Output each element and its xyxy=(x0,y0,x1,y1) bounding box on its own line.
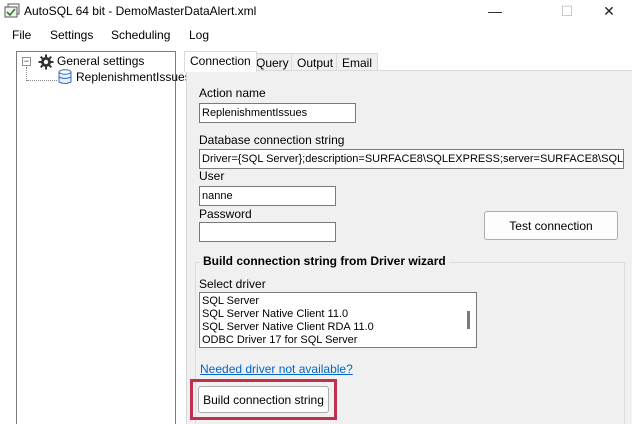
tree-connector xyxy=(26,67,27,81)
minimize-icon[interactable]: — xyxy=(472,0,518,22)
tab-output[interactable]: Output xyxy=(291,53,340,71)
menu-scheduling[interactable]: Scheduling xyxy=(111,28,170,42)
tab-connection[interactable]: Connection xyxy=(184,51,257,72)
listbox-scrollbar[interactable] xyxy=(467,311,470,329)
user-field[interactable]: nanne xyxy=(199,186,336,206)
driver-listbox[interactable]: SQL Server SQL Server Native Client 11.0… xyxy=(199,292,477,348)
menu-bar: File Settings Scheduling Log xyxy=(0,24,632,46)
tab-email[interactable]: Email xyxy=(336,53,379,71)
maximize-icon[interactable]: ☐ xyxy=(544,0,590,22)
collapse-icon[interactable]: − xyxy=(22,57,31,66)
list-item[interactable]: ODBC Driver 17 for SQL Server xyxy=(202,334,357,346)
driver-not-available-link[interactable]: Needed driver not available? xyxy=(200,362,353,376)
list-item[interactable]: SQL Server Native Client RDA 11.0 xyxy=(202,321,374,333)
window-title: AutoSQL 64 bit - DemoMasterDataAlert.xml xyxy=(24,4,257,18)
test-connection-button[interactable]: Test connection xyxy=(484,211,618,240)
close-icon[interactable]: ✕ xyxy=(586,0,632,22)
settings-tree: − General settings ReplenishmentIssues xyxy=(16,51,191,424)
user-label: User xyxy=(199,169,225,183)
title-bar: AutoSQL 64 bit - DemoMasterDataAlert.xml… xyxy=(0,0,632,24)
menu-settings[interactable]: Settings xyxy=(50,28,93,42)
action-name-field[interactable]: ReplenishmentIssues xyxy=(199,103,356,123)
menu-file[interactable]: File xyxy=(12,28,31,42)
build-connection-string-button[interactable]: Build connection string xyxy=(198,386,329,413)
menu-log[interactable]: Log xyxy=(189,28,209,42)
tree-item-replenishment[interactable]: ReplenishmentIssues xyxy=(76,70,191,84)
database-icon xyxy=(58,69,72,84)
password-field[interactable] xyxy=(199,222,336,242)
driver-wizard-title: Build connection string from Driver wiza… xyxy=(200,254,449,268)
app-icon xyxy=(4,3,20,18)
action-name-label: Action name xyxy=(199,86,266,100)
tree-connector xyxy=(27,80,57,81)
list-item[interactable]: SQL Server Native Client 11.0 xyxy=(202,308,348,320)
db-connection-label: Database connection string xyxy=(199,133,345,147)
list-item[interactable]: SQL Server xyxy=(202,295,259,307)
db-connection-field[interactable]: Driver={SQL Server};description=SURFACE8… xyxy=(199,149,624,169)
select-driver-label: Select driver xyxy=(199,277,266,291)
tree-root-label[interactable]: General settings xyxy=(57,54,144,68)
password-label: Password xyxy=(199,207,252,221)
gear-icon xyxy=(38,54,54,70)
